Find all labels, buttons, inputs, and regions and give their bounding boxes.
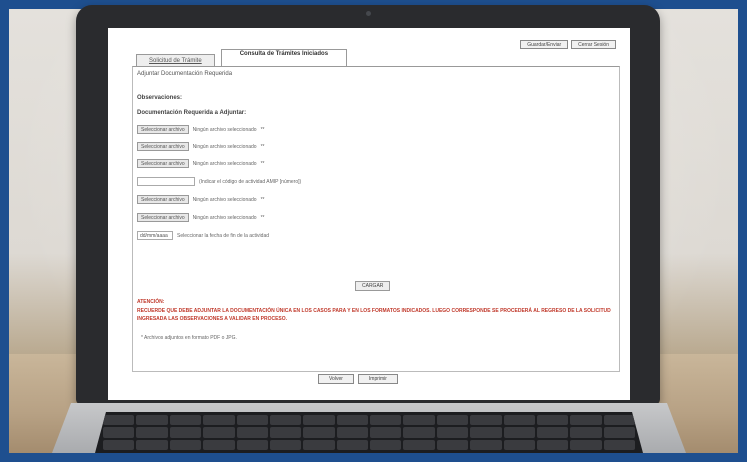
observaciones-label: Observaciones: bbox=[137, 95, 183, 101]
webcam-icon bbox=[366, 11, 371, 16]
select-file-button[interactable]: Seleccionar archivo bbox=[137, 125, 189, 134]
bottom-actions: Volver Imprimir bbox=[318, 374, 398, 384]
select-file-button[interactable]: Seleccionar archivo bbox=[137, 159, 189, 168]
keyboard-key bbox=[103, 439, 135, 450]
keyboard-key bbox=[536, 415, 569, 426]
keyboard-key bbox=[503, 439, 535, 450]
laptop-screen: Solicitud de Trámite Consulta de Trámite… bbox=[108, 28, 630, 400]
guardar-enviar-button[interactable]: Guardar/Enviar bbox=[520, 40, 569, 49]
activity-code-hint: (Indicar el código de actividad AMIP [nú… bbox=[199, 178, 302, 185]
keyboard-key bbox=[336, 427, 368, 438]
keyboard-key bbox=[503, 427, 535, 438]
keyboard-key bbox=[303, 427, 335, 438]
imprimir-button[interactable]: Imprimir bbox=[357, 374, 398, 384]
keyboard-key bbox=[103, 415, 135, 426]
file-row: Seleccionar archivo Ningún archivo selec… bbox=[137, 195, 264, 204]
tab-bar: Solicitud de Trámite Consulta de Trámite… bbox=[136, 48, 348, 66]
file-row: Seleccionar archivo Ningún archivo selec… bbox=[137, 213, 264, 222]
end-date-hint: Seleccionar la fecha de fin de la activi… bbox=[177, 232, 270, 239]
keyboard-key bbox=[370, 427, 402, 438]
cerrar-sesion-button[interactable]: Cerrar Sesión bbox=[571, 40, 616, 49]
required-marker: ** bbox=[260, 143, 265, 150]
keyboard-key bbox=[236, 427, 268, 438]
keyboard-key bbox=[269, 415, 302, 426]
tab-solicitud-tramite[interactable]: Solicitud de Trámite bbox=[136, 54, 215, 66]
keyboard-key bbox=[536, 439, 569, 450]
required-marker: ** bbox=[260, 126, 265, 133]
keyboard-key bbox=[436, 415, 469, 426]
keyboard-key bbox=[470, 439, 502, 450]
keyboard-key bbox=[269, 427, 302, 438]
attachment-footnote: * Archivos adjuntos en formato PDF o JPG… bbox=[141, 335, 237, 341]
keyboard-key bbox=[169, 415, 202, 426]
no-file-text: Ningún archivo seleccionado bbox=[192, 143, 257, 150]
volver-button[interactable]: Volver bbox=[318, 374, 354, 384]
keyboard-key bbox=[303, 439, 335, 450]
keyboard-key bbox=[336, 415, 368, 426]
keyboard-key bbox=[136, 415, 168, 426]
keyboard-key bbox=[103, 427, 135, 438]
no-file-text: Ningún archivo seleccionado bbox=[192, 196, 257, 203]
keyboard-key bbox=[269, 439, 302, 450]
keyboard-key bbox=[436, 427, 469, 438]
documentation-heading: Documentación Requerida a Adjuntar: bbox=[137, 110, 247, 116]
keyboard-key bbox=[336, 439, 368, 450]
tab-consulta-tramites[interactable]: Consulta de Trámites Iniciados bbox=[220, 49, 348, 66]
keyboard-key bbox=[236, 439, 268, 450]
activity-code-input[interactable] bbox=[137, 177, 195, 186]
required-marker: ** bbox=[260, 214, 265, 221]
end-date-row: dd/mm/aaaa Seleccionar la fecha de fin d… bbox=[137, 231, 269, 240]
keyboard-key bbox=[403, 427, 435, 438]
attention-title: ATENCIÓN: bbox=[137, 299, 165, 305]
keyboard-key bbox=[436, 439, 469, 450]
cargar-button[interactable]: CARGAR bbox=[355, 281, 391, 291]
keyboard-key bbox=[570, 415, 602, 426]
keyboard-key bbox=[136, 439, 168, 450]
attention-text: RECUERDE QUE DEBE ADJUNTAR LA DOCUMENTAC… bbox=[137, 308, 611, 322]
keyboard-key bbox=[603, 427, 635, 438]
keyboard-key bbox=[203, 415, 235, 426]
file-row: Seleccionar archivo Ningún archivo selec… bbox=[137, 159, 264, 168]
keyboard-key bbox=[570, 439, 602, 450]
laptop-keyboard bbox=[95, 412, 643, 453]
keyboard-key bbox=[169, 427, 202, 438]
keyboard-key bbox=[136, 427, 168, 438]
keyboard-key bbox=[169, 439, 202, 450]
form-panel: Adjuntar Documentación Requerida Observa… bbox=[132, 66, 620, 372]
keyboard-key bbox=[470, 415, 502, 426]
keyboard-key bbox=[536, 427, 569, 438]
file-row: Seleccionar archivo Ningún archivo selec… bbox=[137, 142, 264, 151]
select-file-button[interactable]: Seleccionar archivo bbox=[137, 142, 189, 151]
no-file-text: Ningún archivo seleccionado bbox=[192, 214, 257, 221]
form-subtitle: Adjuntar Documentación Requerida bbox=[137, 71, 233, 77]
keyboard-key bbox=[603, 415, 635, 426]
file-row: Seleccionar archivo Ningún archivo selec… bbox=[137, 125, 264, 134]
required-marker: ** bbox=[260, 196, 265, 203]
keyboard-key bbox=[236, 415, 268, 426]
required-marker: ** bbox=[260, 160, 265, 167]
keyboard-key bbox=[470, 427, 502, 438]
no-file-text: Ningún archivo seleccionado bbox=[192, 126, 257, 133]
keyboard-key bbox=[370, 439, 402, 450]
keyboard-key bbox=[570, 427, 602, 438]
keyboard-key bbox=[503, 415, 535, 426]
select-file-button[interactable]: Seleccionar archivo bbox=[137, 213, 189, 222]
activity-code-row: (Indicar el código de actividad AMIP [nú… bbox=[137, 177, 301, 186]
keyboard-key bbox=[370, 415, 402, 426]
keyboard-key bbox=[303, 415, 335, 426]
keyboard-key bbox=[603, 439, 635, 450]
keyboard-key bbox=[203, 427, 235, 438]
keyboard-key bbox=[203, 439, 235, 450]
keyboard-key bbox=[403, 439, 435, 450]
select-file-button[interactable]: Seleccionar archivo bbox=[137, 195, 189, 204]
no-file-text: Ningún archivo seleccionado bbox=[192, 160, 257, 167]
end-date-input[interactable]: dd/mm/aaaa bbox=[137, 231, 173, 240]
keyboard-key bbox=[403, 415, 435, 426]
top-actions: Guardar/Enviar Cerrar Sesión bbox=[520, 40, 616, 49]
